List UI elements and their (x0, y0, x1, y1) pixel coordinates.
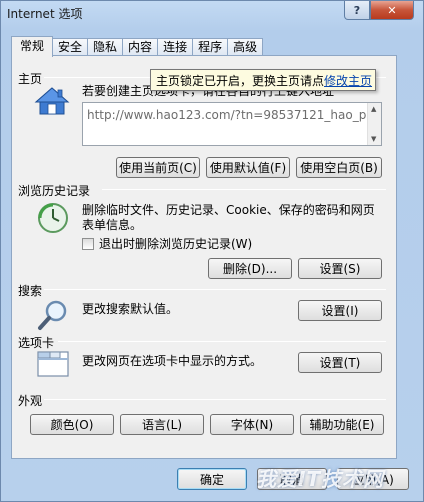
modify-homepage-link[interactable]: 修改主页 (324, 74, 372, 88)
homepage-url-input[interactable]: http://www.hao123.com/?tn=98537121_hao_p… (82, 102, 382, 146)
delete-on-exit-checkbox[interactable] (82, 238, 94, 250)
home-icon (34, 87, 70, 115)
close-button[interactable]: ✕ (370, 1, 414, 20)
history-clock-icon (38, 203, 68, 233)
tab-advanced[interactable]: 高级 (227, 38, 264, 56)
appearance-section-label: 外观 (18, 394, 43, 408)
search-icon (38, 300, 67, 330)
tab-connections[interactable]: 连接 (157, 38, 194, 56)
scroll-down-icon[interactable]: ▼ (371, 135, 376, 143)
search-divider (44, 289, 386, 290)
scroll-up-icon[interactable]: ▲ (371, 105, 376, 113)
internet-options-window: Internet 选项 ? ✕ 常规 安全 隐私 内容 连接 程序 高级 主页 … (0, 0, 424, 502)
tabs-divider (58, 341, 386, 342)
tab-privacy[interactable]: 隐私 (87, 38, 124, 56)
history-description-line1: 删除临时文件、历史记录、Cookie、保存的密码和网页 (82, 203, 375, 217)
help-button[interactable]: ? (344, 1, 370, 20)
tabs-settings-button[interactable]: 设置(T) (298, 352, 382, 373)
search-section-label: 搜索 (18, 284, 43, 298)
search-description: 更改搜索默认值。 (82, 302, 179, 316)
homepage-url-value: http://www.hao123.com/?tn=98537121_hao_p… (87, 108, 374, 122)
history-description-line2: 表单信息。 (82, 218, 143, 232)
homepage-section-label: 主页 (18, 72, 43, 86)
window-title: Internet 选项 (7, 7, 83, 21)
tab-content[interactable]: 内容 (122, 38, 159, 56)
title-bar[interactable]: Internet 选项 ? ✕ (1, 1, 423, 27)
homepage-lock-tooltip: 主页锁定已开启，更换主页请点修改主页 (150, 69, 376, 91)
close-icon: ✕ (387, 3, 397, 17)
tooltip-text: 主页锁定已开启，更换主页请点 (156, 74, 325, 88)
tab-general[interactable]: 常规 (11, 36, 54, 57)
delete-history-button[interactable]: 删除(D)... (208, 258, 292, 279)
tab-security[interactable]: 安全 (52, 38, 89, 56)
appearance-divider (44, 399, 386, 400)
homepage-url-scrollbar[interactable]: ▲ ▼ (367, 103, 381, 145)
watermark: 我爱IT技术网 (256, 467, 385, 491)
ok-button[interactable]: 确定 (177, 468, 247, 490)
delete-on-exit-label[interactable]: 退出时删除浏览历史记录(W) (99, 237, 252, 252)
search-settings-button[interactable]: 设置(I) (298, 300, 382, 321)
use-blank-page-button[interactable]: 使用空白页(B) (296, 157, 382, 178)
history-section-label: 浏览历史记录 (18, 184, 91, 198)
general-tab-panel: 主页 若要创建主页选项卡，请在各自的行上键入地址 http://www.hao1… (11, 55, 397, 459)
history-divider (102, 189, 386, 190)
fonts-button[interactable]: 字体(N) (210, 414, 294, 435)
tabbed-window-icon (37, 351, 69, 377)
tab-strip: 常规 安全 隐私 内容 连接 程序 高级 (11, 36, 264, 57)
help-icon: ? (353, 3, 361, 17)
languages-button[interactable]: 语言(L) (120, 414, 204, 435)
use-current-page-button[interactable]: 使用当前页(C) (116, 157, 200, 178)
use-default-button[interactable]: 使用默认值(F) (206, 157, 290, 178)
history-settings-button[interactable]: 设置(S) (298, 258, 382, 279)
accessibility-button[interactable]: 辅助功能(E) (300, 414, 384, 435)
colors-button[interactable]: 颜色(O) (30, 414, 114, 435)
tab-programs[interactable]: 程序 (192, 38, 229, 56)
tabs-description: 更改网页在选项卡中显示的方式。 (82, 354, 263, 368)
